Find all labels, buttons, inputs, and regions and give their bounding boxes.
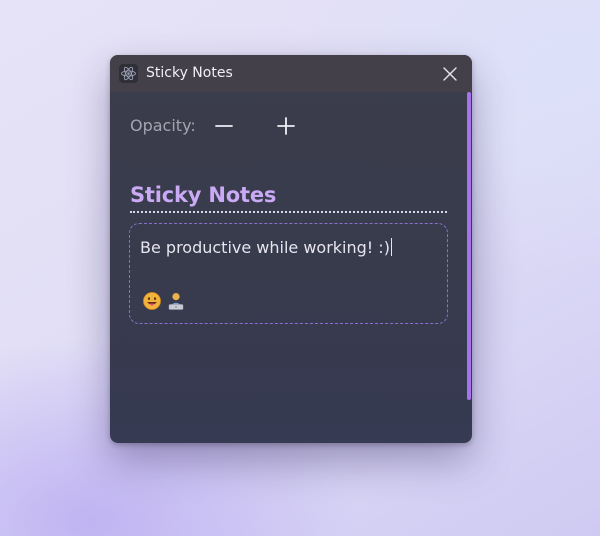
- technologist-icon: [166, 291, 186, 311]
- note-text: Be productive while working! :): [140, 238, 390, 257]
- window-title: Sticky Notes: [146, 65, 233, 81]
- close-button[interactable]: [436, 60, 464, 88]
- decrease-opacity-button[interactable]: [213, 116, 235, 136]
- note-text-line[interactable]: Be productive while working! :): [140, 238, 392, 257]
- title-bar[interactable]: Sticky Notes: [110, 55, 472, 92]
- close-icon: [443, 67, 457, 81]
- plus-icon: [277, 117, 295, 135]
- text-caret: [390, 238, 392, 256]
- sticky-notes-window: Sticky Notes Opacity: Sticky Notes Be pr…: [110, 55, 472, 443]
- atom-icon: [119, 64, 138, 83]
- grinning-face-with-tongue-icon: [142, 291, 162, 311]
- title-divider: [130, 211, 447, 213]
- opacity-label: Opacity:: [130, 116, 196, 135]
- note-body-editor[interactable]: Be productive while working! :): [129, 223, 448, 324]
- minus-icon: [215, 125, 233, 127]
- note-title[interactable]: Sticky Notes: [130, 183, 276, 207]
- increase-opacity-button[interactable]: [275, 116, 297, 136]
- scrollbar-thumb[interactable]: [467, 92, 471, 400]
